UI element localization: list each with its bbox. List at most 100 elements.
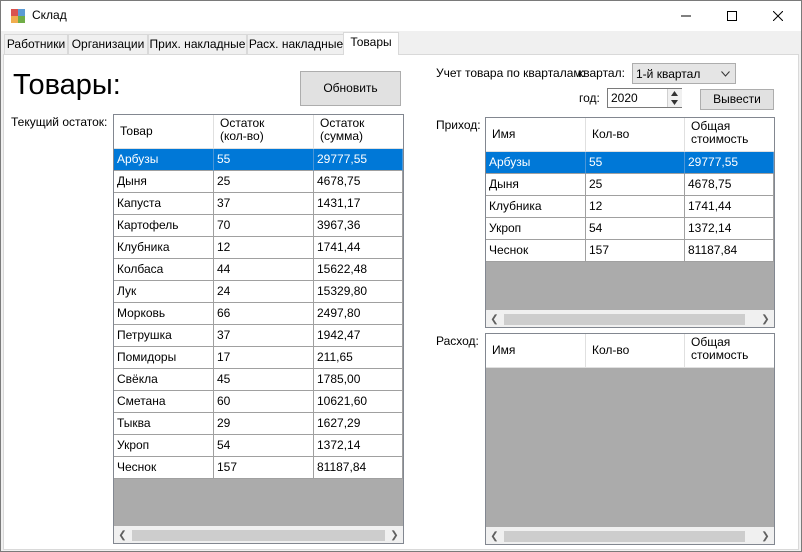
table-cell[interactable]: 15329,80	[314, 281, 403, 303]
table-cell[interactable]: 157	[214, 457, 314, 479]
scroll-left-icon[interactable]: ❮	[486, 311, 503, 327]
stock-hscrollbar[interactable]: ❮ ❯	[114, 526, 403, 543]
table-row[interactable]: Морковь 66 2497,80	[114, 303, 403, 325]
table-cell[interactable]: 54	[214, 435, 314, 457]
table-cell[interactable]: 24	[214, 281, 314, 303]
table-cell[interactable]: 1372,14	[685, 218, 774, 240]
table-cell[interactable]: 25	[586, 174, 685, 196]
quarter-select[interactable]: 1-й квартал	[632, 63, 736, 84]
scroll-left-icon[interactable]: ❮	[486, 528, 503, 544]
table-cell[interactable]: 1741,44	[685, 196, 774, 218]
table-row[interactable]: Клубника 12 1741,44	[486, 196, 774, 218]
expense-header-qty[interactable]: Кол-во	[586, 334, 685, 368]
expense-hscrollbar[interactable]: ❮ ❯	[486, 527, 774, 544]
expense-header-name[interactable]: Имя	[486, 334, 586, 368]
table-cell[interactable]: 37	[214, 325, 314, 347]
income-hscrollbar[interactable]: ❮ ❯	[486, 310, 774, 327]
table-cell[interactable]: Дыня	[486, 174, 586, 196]
spin-down-icon[interactable]	[671, 100, 678, 105]
tab-goods[interactable]: Товары	[343, 32, 399, 55]
table-cell[interactable]: 12	[214, 237, 314, 259]
table-row[interactable]: Чеснок 157 81187,84	[114, 457, 403, 479]
table-row[interactable]: Чеснок 157 81187,84	[486, 240, 774, 262]
table-row[interactable]: Помидоры 17 211,65	[114, 347, 403, 369]
table-cell[interactable]: 12	[586, 196, 685, 218]
stock-header-qty[interactable]: Остаток (кол-во)	[214, 115, 314, 149]
table-cell[interactable]: 1431,17	[314, 193, 403, 215]
table-cell[interactable]: Укроп	[114, 435, 214, 457]
table-cell[interactable]: 3967,36	[314, 215, 403, 237]
table-cell[interactable]: 4678,75	[314, 171, 403, 193]
table-cell[interactable]: Колбаса	[114, 259, 214, 281]
table-row[interactable]: Сметана 60 10621,60	[114, 391, 403, 413]
table-cell[interactable]: 60	[214, 391, 314, 413]
table-cell[interactable]: Тыква	[114, 413, 214, 435]
table-cell[interactable]: 1942,47	[314, 325, 403, 347]
table-cell[interactable]: Клубника	[114, 237, 214, 259]
table-cell[interactable]: Петрушка	[114, 325, 214, 347]
table-cell[interactable]: 1627,29	[314, 413, 403, 435]
table-cell[interactable]: 70	[214, 215, 314, 237]
table-row[interactable]: Петрушка 37 1942,47	[114, 325, 403, 347]
close-button[interactable]	[755, 1, 801, 31]
scroll-right-icon[interactable]: ❯	[757, 311, 774, 327]
table-cell[interactable]: 29777,55	[314, 149, 403, 171]
table-cell[interactable]: 29777,55	[685, 152, 774, 174]
table-cell[interactable]: 1372,14	[314, 435, 403, 457]
table-row[interactable]: Укроп 54 1372,14	[114, 435, 403, 457]
table-cell[interactable]: 81187,84	[314, 457, 403, 479]
table-cell[interactable]: Морковь	[114, 303, 214, 325]
table-row[interactable]: Дыня 25 4678,75	[114, 171, 403, 193]
table-cell[interactable]: Чеснок	[114, 457, 214, 479]
scroll-right-icon[interactable]: ❯	[386, 527, 403, 543]
table-row[interactable]: Свёкла 45 1785,00	[114, 369, 403, 391]
maximize-button[interactable]	[709, 1, 755, 31]
table-row[interactable]: Арбузы 55 29777,55	[486, 152, 774, 174]
tab-organizations[interactable]: Организации	[68, 34, 148, 54]
scroll-thumb[interactable]	[504, 531, 745, 542]
table-cell[interactable]: 15622,48	[314, 259, 403, 281]
table-cell[interactable]: 17	[214, 347, 314, 369]
table-cell[interactable]: Укроп	[486, 218, 586, 240]
tab-outgoing-invoices[interactable]: Расх. накладные	[247, 34, 345, 54]
table-cell[interactable]: 37	[214, 193, 314, 215]
table-cell[interactable]: 211,65	[314, 347, 403, 369]
scroll-thumb[interactable]	[132, 530, 385, 541]
year-spinner[interactable]: 2020	[607, 88, 682, 108]
scroll-thumb[interactable]	[504, 314, 745, 325]
table-row[interactable]: Картофель 70 3967,36	[114, 215, 403, 237]
table-cell[interactable]: 25	[214, 171, 314, 193]
income-header-total[interactable]: Общая стоимость	[685, 118, 774, 152]
stock-grid[interactable]: Товар Остаток (кол-во) Остаток (сумма) А…	[113, 114, 404, 544]
table-row[interactable]: Колбаса 44 15622,48	[114, 259, 403, 281]
stock-header-sum[interactable]: Остаток (сумма)	[314, 115, 403, 149]
table-cell[interactable]: Чеснок	[486, 240, 586, 262]
table-cell[interactable]: 45	[214, 369, 314, 391]
spin-up-icon[interactable]	[671, 91, 678, 96]
refresh-button[interactable]: Обновить	[300, 71, 401, 106]
table-cell[interactable]: 10621,60	[314, 391, 403, 413]
table-cell[interactable]: Сметана	[114, 391, 214, 413]
table-row[interactable]: Дыня 25 4678,75	[486, 174, 774, 196]
income-header-qty[interactable]: Кол-во	[586, 118, 685, 152]
tab-workers[interactable]: Работники	[4, 34, 68, 54]
table-cell[interactable]: 1741,44	[314, 237, 403, 259]
income-grid[interactable]: Имя Кол-во Общая стоимость Арбузы 55 29777…	[485, 117, 775, 328]
table-cell[interactable]: 1785,00	[314, 369, 403, 391]
table-cell[interactable]: Клубника	[486, 196, 586, 218]
table-cell[interactable]: 29	[214, 413, 314, 435]
table-row[interactable]: Тыква 29 1627,29	[114, 413, 403, 435]
table-cell[interactable]: 4678,75	[685, 174, 774, 196]
expense-header-total[interactable]: Общая стоимость	[685, 334, 774, 368]
table-row[interactable]: Арбузы 55 29777,55	[114, 149, 403, 171]
table-row[interactable]: Укроп 54 1372,14	[486, 218, 774, 240]
table-cell[interactable]: Арбузы	[486, 152, 586, 174]
minimize-button[interactable]	[663, 1, 709, 31]
table-cell[interactable]: 55	[586, 152, 685, 174]
table-cell[interactable]: Лук	[114, 281, 214, 303]
table-cell[interactable]: 157	[586, 240, 685, 262]
table-cell[interactable]: 55	[214, 149, 314, 171]
table-cell[interactable]: Картофель	[114, 215, 214, 237]
table-cell[interactable]: 81187,84	[685, 240, 774, 262]
scroll-left-icon[interactable]: ❮	[114, 527, 131, 543]
